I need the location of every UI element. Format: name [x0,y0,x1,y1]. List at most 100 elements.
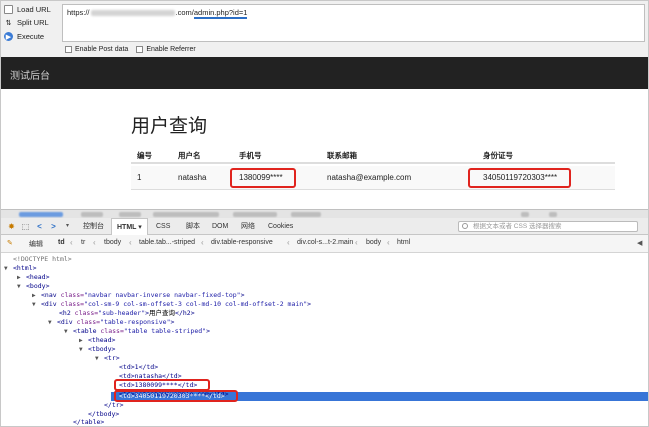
col-header-idcard: 身份证号 [483,151,513,160]
enable-referrer-option[interactable]: Enable Referrer [136,46,196,53]
cell-email: natasha@example.com [327,173,412,182]
tree-node-div-table-responsive[interactable]: <div class="table-responsive"> [57,318,174,327]
load-url-label: Load URL [17,5,51,14]
search-icon [462,223,468,229]
execute-button[interactable]: ▶ Execute [4,32,44,41]
breadcrumb-sep: ‹ [93,238,96,247]
split-url-icon: ⇅ [5,19,12,27]
hackbar-actions: Load URL ⇅ Split URL ▶ Execute [1,1,61,57]
breadcrumb-div-table-responsive[interactable]: div.table-responsive [211,239,273,246]
tree-node-html[interactable]: <html> [13,264,36,273]
tree-node-h2[interactable]: <h2 class="sub-header">用户查询</h2> [59,309,195,318]
expand-toggle-icon[interactable]: ▼ [48,318,54,327]
tag-text: </tr> [104,401,124,409]
tab-cookies[interactable]: Cookies [263,218,298,235]
doctype-text: <!DOCTYPE html> [13,255,72,263]
tree-node-tbody[interactable]: <tbody> [88,345,115,354]
tree-node-thead[interactable]: <thead> [88,336,115,345]
page-title: 用户查询 [131,116,208,137]
tree-node-td-id[interactable]: <td>1</td> [119,363,158,372]
blurred-tab [119,212,141,217]
tree-node-body[interactable]: <body> [26,282,49,291]
tab-html[interactable]: HTML ▾ [111,218,148,235]
tree-node-doctype[interactable]: <!DOCTYPE html> [13,255,72,264]
inspect-icon[interactable]: ⬚ [21,222,30,231]
edit-icon[interactable]: ✎ [7,239,13,247]
tab-dom[interactable]: DOM [207,218,233,235]
tab-menu-icon[interactable]: ▾ [63,222,72,231]
cell-username: natasha [178,173,207,182]
blurred-icon [521,212,529,217]
tag-close: </h2> [175,309,195,317]
back-icon[interactable]: < [35,222,44,231]
url-textarea[interactable]: https:// .com/admin.php?id=1 [62,4,645,42]
breadcrumb-html[interactable]: html [397,239,410,246]
load-url-button[interactable]: Load URL [4,5,51,14]
execute-icon: ▶ [4,32,13,41]
attr-name: class= [56,300,85,308]
table-row: 1 natasha 1380099**** natasha@example.co… [131,166,615,190]
tag-end: > [170,318,175,326]
devtools-search-input[interactable]: 根据文本或者 CSS 选择器搜索 [458,221,638,232]
breadcrumb-td[interactable]: td [58,239,65,246]
enable-post-option[interactable]: Enable Post data [65,46,128,53]
tag-text: <head> [26,273,50,281]
split-url-label: Split URL [17,18,49,27]
tree-node-div-main[interactable]: <div class="col-sm-9 col-sm-offset-3 col… [41,300,311,309]
split-url-button[interactable]: ⇅ Split URL [4,18,49,27]
search-placeholder: 根据文本或者 CSS 选择器搜索 [473,223,562,230]
breadcrumb-tr[interactable]: tr [81,239,85,246]
forward-icon[interactable]: > [49,222,58,231]
expand-toggle-icon[interactable]: ▼ [64,327,70,336]
expand-toggle-icon[interactable]: ▼ [17,282,23,291]
expand-toggle-icon[interactable]: ▼ [4,264,10,273]
node-text: 用户查询 [149,309,176,317]
enable-referrer-checkbox[interactable] [136,46,144,53]
blurred-icon [549,212,557,217]
attr-value: "col-sm-9 col-sm-offset-3 col-md-10 col-… [84,300,308,308]
collapse-toggle-icon[interactable]: ▶ [17,273,23,282]
navbar-brand[interactable]: 测试后台 [10,67,50,82]
hackbar-panel: Load URL ⇅ Split URL ▶ Execute https://.… [1,1,648,57]
expand-toggle-icon[interactable]: ▼ [79,345,85,354]
breadcrumb-sep: ‹ [129,238,132,247]
expand-toggle-icon[interactable]: ▼ [32,300,38,309]
idcard-highlight-box [468,168,571,188]
tag-text: <tr> [104,354,120,362]
blurred-tab [19,212,63,217]
breadcrumb-sep: ‹ [387,238,390,247]
tree-node-head[interactable]: <head> [26,273,49,282]
firebug-icon[interactable]: ✸ [7,222,16,231]
enable-post-checkbox[interactable] [65,46,72,53]
tag-open: <table [73,327,97,335]
devtools-top-strip [1,209,648,218]
breadcrumb-tbody[interactable]: tbody [104,239,121,246]
tree-node-table-close[interactable]: </table> [73,418,104,427]
tag-text: <thead> [88,336,116,344]
attr-value: "table table-striped" [123,327,207,335]
tree-node-nav[interactable]: <nav class="navbar navbar-inverse navbar… [41,291,245,300]
tab-network[interactable]: 网络 [236,218,260,235]
execute-label: Execute [17,32,45,41]
tab-html-label: HTML [117,224,137,231]
breadcrumb-div-main[interactable]: div.col-s...t-2.main [297,239,353,246]
breadcrumb-table[interactable]: table.tab...-striped [139,239,195,246]
breadcrumb-sep: ‹ [355,238,358,247]
cell-id: 1 [137,173,142,182]
collapse-toggle-icon[interactable]: ▶ [32,291,38,300]
breadcrumb-body[interactable]: body [366,239,381,246]
tag-open: <nav [41,291,57,299]
breadcrumb-scroll-left-icon[interactable]: ◀ [637,239,642,247]
tab-console[interactable]: 控制台 [78,218,109,235]
tag-open: <div [41,300,57,308]
tree-node-tr-close[interactable]: </tr> [104,401,124,410]
tree-node-tr[interactable]: <tr> [104,354,120,363]
expand-toggle-icon[interactable]: ▼ [95,354,101,363]
breadcrumb-edit[interactable]: 编辑 [29,239,43,249]
attr-name: class= [56,291,85,299]
collapse-toggle-icon[interactable]: ▶ [79,336,85,345]
tab-script[interactable]: 脚本 [181,218,205,235]
attr-name: class= [70,309,99,317]
tab-css[interactable]: CSS [151,218,175,235]
tree-node-table[interactable]: <table class="table table-striped"> [73,327,210,336]
